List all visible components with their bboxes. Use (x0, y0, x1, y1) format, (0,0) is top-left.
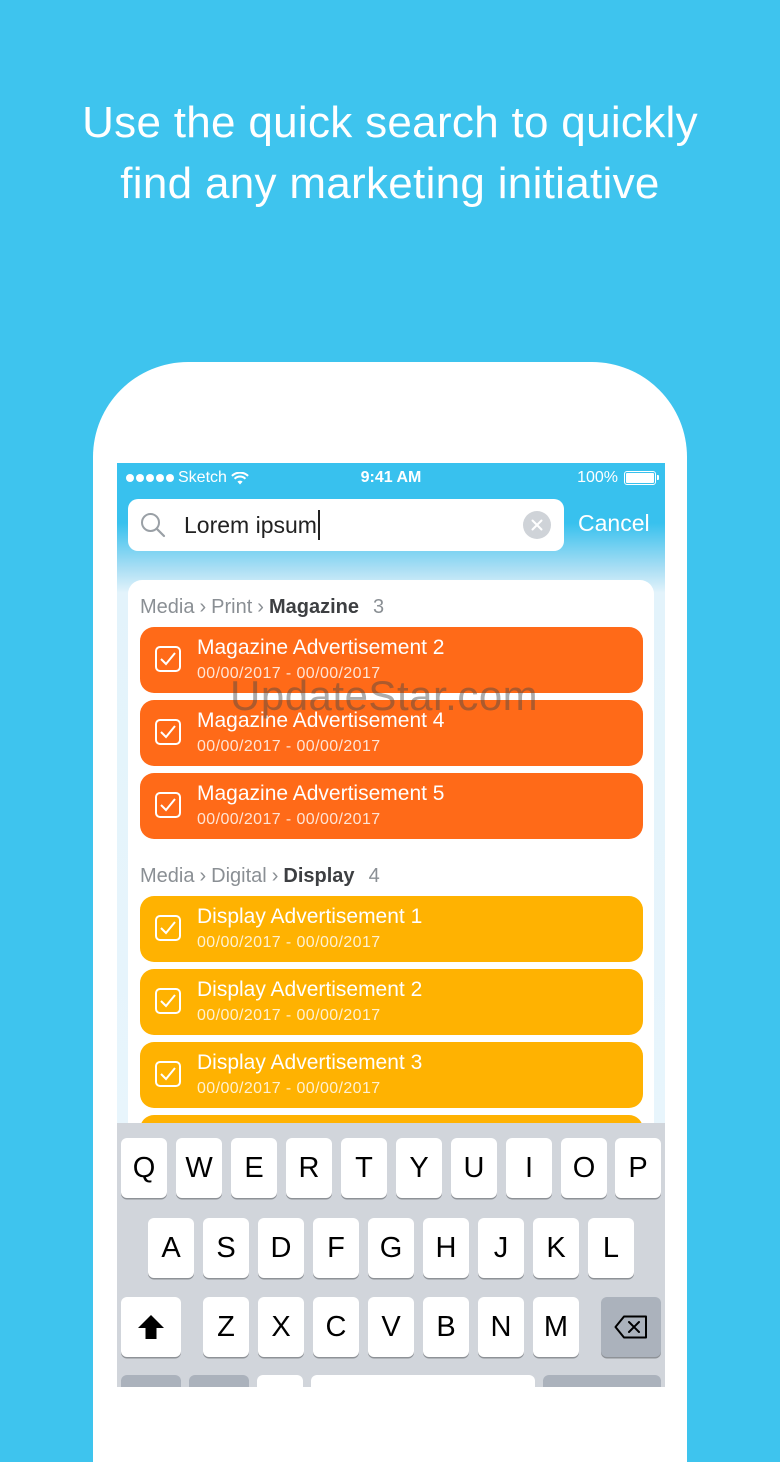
result-item[interactable]: Magazine Advertisement 5 00/00/2017 - 00… (140, 773, 643, 839)
keyboard: Q W E R T Y U I O P A S D F G H J K L Z … (117, 1123, 665, 1387)
battery-icon (624, 471, 659, 485)
result-item-title: Display Advertisement 3 (197, 1051, 423, 1074)
result-item-title: Magazine Advertisement 5 (197, 782, 445, 805)
group-header-magazine: Media › Print › Magazine 3 (140, 596, 384, 619)
search-input-value: Lorem ipsum (184, 511, 317, 538)
cancel-button[interactable]: Cancel (578, 510, 650, 537)
headline-line-2: find any marketing initiative (120, 159, 660, 208)
battery-percent: 100% (577, 469, 618, 486)
shift-key[interactable] (121, 1297, 181, 1357)
result-item-title: Magazine Advertisement 2 (197, 636, 445, 659)
result-item-dates: 00/00/2017 - 00/00/2017 (197, 934, 381, 951)
key-m[interactable]: M (533, 1297, 579, 1357)
group-category: Magazine (268, 596, 359, 618)
key-z[interactable]: Z (203, 1297, 249, 1357)
key-w[interactable]: W (176, 1138, 222, 1198)
result-item-dates: 00/00/2017 - 00/00/2017 (197, 811, 381, 828)
result-item-title: Magazine Advertisement 4 (197, 709, 445, 732)
key-p[interactable]: P (615, 1138, 661, 1198)
checkbox-checked-icon[interactable] (155, 792, 181, 818)
key-d[interactable]: D (258, 1218, 304, 1278)
group-category: Display (283, 865, 355, 887)
key-e[interactable]: E (231, 1138, 277, 1198)
result-item[interactable]: Magazine Advertisement 2 00/00/2017 - 00… (140, 627, 643, 693)
headline-line-1: Use the quick search to quickly (82, 98, 698, 147)
breadcrumb-level-1: Media (140, 865, 195, 887)
shift-arrow-icon (138, 1315, 164, 1339)
key-v[interactable]: V (368, 1297, 414, 1357)
magnifier-icon (141, 513, 166, 538)
result-item[interactable]: Magazine Advertisement 4 00/00/2017 - 00… (140, 700, 643, 766)
group-count: 3 (372, 596, 385, 618)
clear-circle-icon[interactable] (523, 511, 551, 539)
group-count: 4 (368, 865, 380, 887)
text-caret (317, 510, 320, 540)
key-o[interactable]: O (561, 1138, 607, 1198)
breadcrumb-separator: › (271, 865, 279, 887)
key-y[interactable]: Y (396, 1138, 442, 1198)
delete-key[interactable] (601, 1297, 661, 1357)
breadcrumb-level-2: Print (211, 596, 253, 618)
key-b[interactable]: B (423, 1297, 469, 1357)
headline: Use the quick search to quickly find any… (0, 92, 780, 214)
key-h[interactable]: H (423, 1218, 469, 1278)
checkbox-checked-icon[interactable] (155, 1061, 181, 1087)
key-s[interactable]: S (203, 1218, 249, 1278)
breadcrumb-separator: › (257, 596, 264, 618)
breadcrumb-separator: › (199, 596, 207, 618)
group-header-display: Media › Digital › Display 4 (140, 865, 380, 888)
result-item-title: Display Advertisement 2 (197, 978, 423, 1001)
checkbox-checked-icon[interactable] (155, 915, 181, 941)
key-i[interactable]: I (506, 1138, 552, 1198)
search-input[interactable]: Lorem ipsum (184, 509, 320, 541)
key-k[interactable]: K (533, 1218, 579, 1278)
breadcrumb-level-1: Media (140, 596, 195, 618)
emoji-key[interactable] (189, 1375, 249, 1387)
result-item-dates: 00/00/2017 - 00/00/2017 (197, 665, 381, 682)
key-f[interactable]: F (313, 1218, 359, 1278)
status-bar: Sketch 9:41 AM 100% (117, 463, 665, 495)
checkbox-checked-icon[interactable] (155, 646, 181, 672)
result-item-dates: 00/00/2017 - 00/00/2017 (197, 1007, 381, 1024)
result-item-title: Display Advertisement 1 (197, 905, 423, 928)
space-key[interactable] (311, 1375, 535, 1387)
key-c[interactable]: C (313, 1297, 359, 1357)
result-item-dates: 00/00/2017 - 00/00/2017 (197, 738, 381, 755)
key-r[interactable]: R (286, 1138, 332, 1198)
key-x[interactable]: X (258, 1297, 304, 1357)
mic-key[interactable] (257, 1375, 303, 1387)
key-n[interactable]: N (478, 1297, 524, 1357)
numbers-key[interactable] (121, 1375, 181, 1387)
key-a[interactable]: A (148, 1218, 194, 1278)
breadcrumb-separator: › (199, 865, 207, 887)
key-q[interactable]: Q (121, 1138, 167, 1198)
checkbox-checked-icon[interactable] (155, 988, 181, 1014)
result-item-dates: 00/00/2017 - 00/00/2017 (197, 1080, 381, 1097)
search-key[interactable] (543, 1375, 661, 1387)
checkbox-checked-icon[interactable] (155, 719, 181, 745)
result-item[interactable]: Display Advertisement 1 00/00/2017 - 00/… (140, 896, 643, 962)
key-j[interactable]: J (478, 1218, 524, 1278)
result-item[interactable]: Display Advertisement 3 00/00/2017 - 00/… (140, 1042, 643, 1108)
result-item[interactable]: Display Advertisement 2 00/00/2017 - 00/… (140, 969, 643, 1035)
search-bar[interactable]: Lorem ipsum (128, 499, 564, 551)
key-u[interactable]: U (451, 1138, 497, 1198)
key-l[interactable]: L (588, 1218, 634, 1278)
breadcrumb-level-2: Digital (211, 865, 267, 887)
key-t[interactable]: T (341, 1138, 387, 1198)
backspace-icon (614, 1315, 647, 1339)
key-g[interactable]: G (368, 1218, 414, 1278)
